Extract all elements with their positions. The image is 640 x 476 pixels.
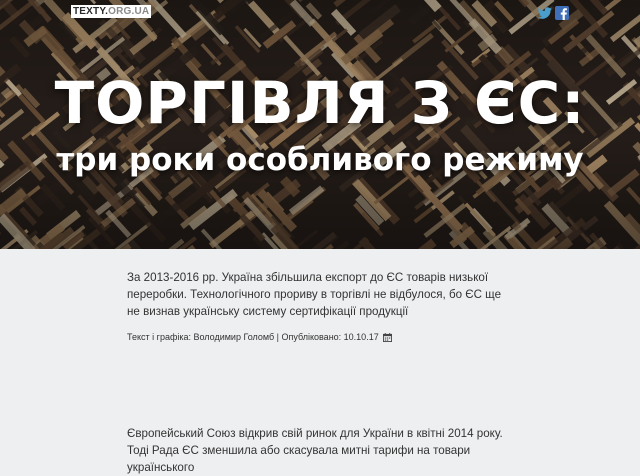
logo-text-secondary: ORG.UA: [108, 6, 149, 17]
page-subtitle: три роки особливого режиму: [0, 140, 640, 180]
article-lead: За 2013-2016 рр. Україна збільшила експо…: [127, 269, 507, 320]
byline-text: Текст і графіка: Володимир Голомб | Опуб…: [127, 332, 379, 342]
article-body-paragraph: Європейський Союз відкрив свій ринок для…: [127, 425, 507, 476]
page-title: ТОРГІВЛЯ З ЄС:: [0, 70, 640, 136]
article-intro: За 2013-2016 рр. Україна збільшила експо…: [127, 269, 507, 342]
site-logo[interactable]: TEXTY.ORG.UA: [71, 5, 151, 18]
logo-text-primary: TEXTY.: [73, 6, 108, 17]
calendar-icon: [383, 333, 392, 342]
hero-banner: TEXTY.ORG.UA ТОРГІВЛЯ З ЄС: три роки осо…: [0, 0, 640, 249]
article-byline: Текст і графіка: Володимир Голомб | Опуб…: [127, 332, 507, 342]
twitter-icon[interactable]: [537, 5, 553, 21]
facebook-icon[interactable]: [554, 5, 570, 21]
